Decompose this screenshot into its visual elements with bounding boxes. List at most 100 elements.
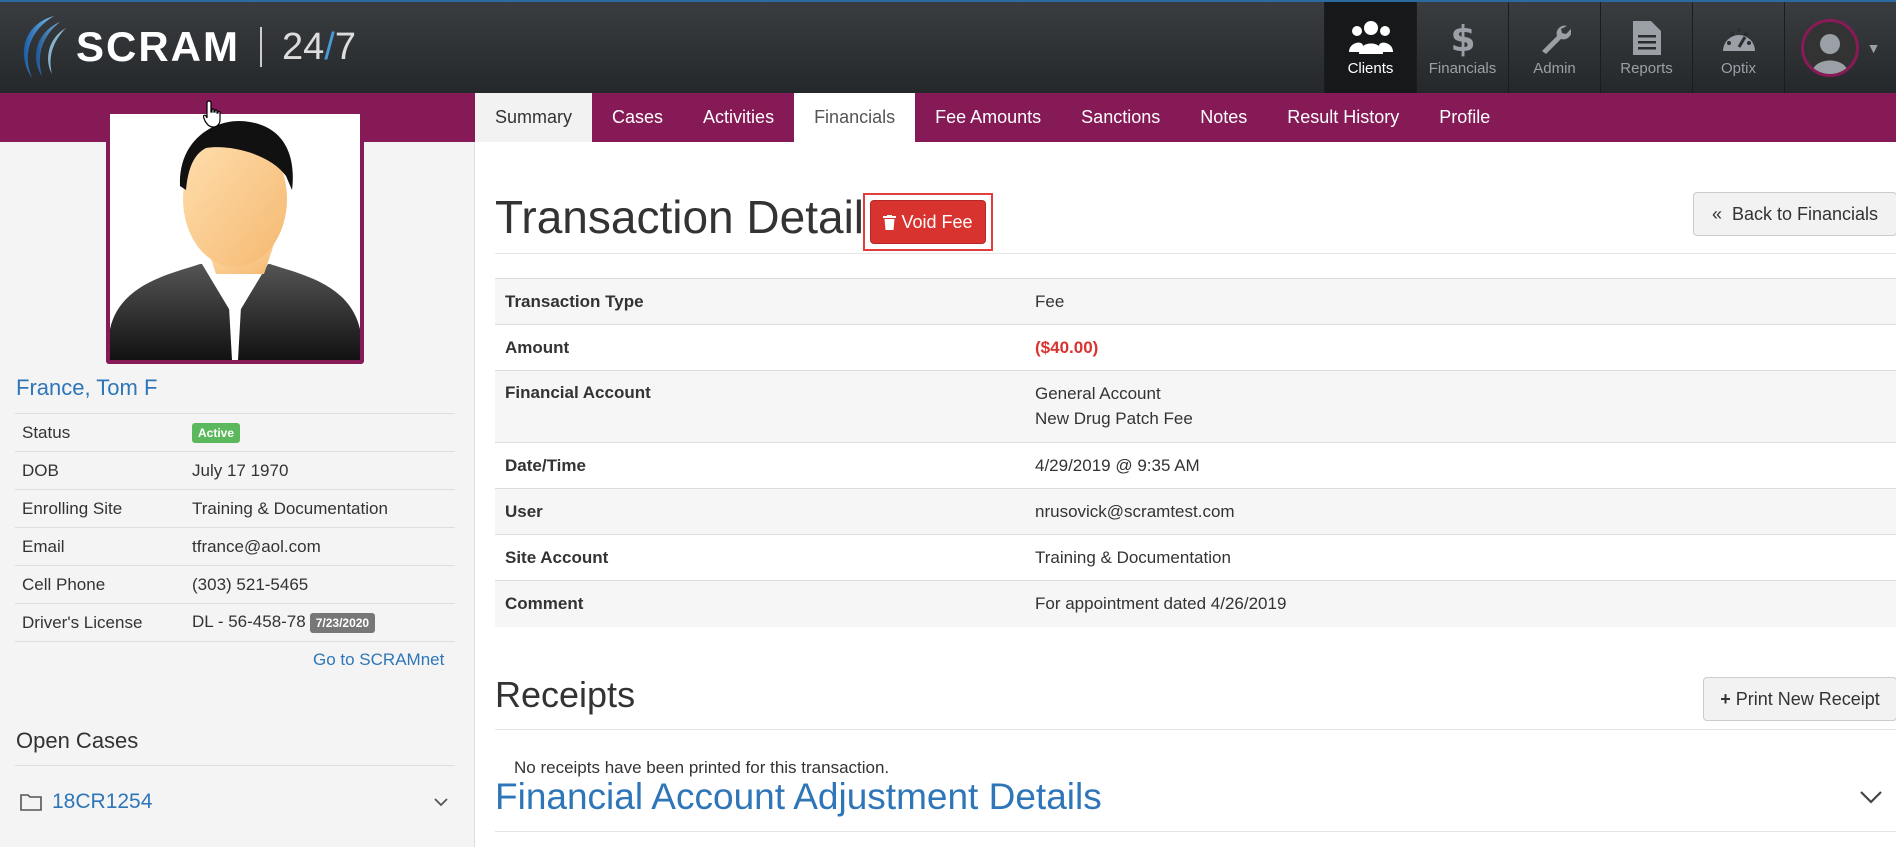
- info-row-email: Email tfrance@aol.com: [15, 527, 455, 566]
- nav-clients[interactable]: Clients: [1324, 2, 1416, 93]
- info-value: tfrance@aol.com: [185, 527, 455, 566]
- detail-value: For appointment dated 4/26/2019: [1025, 580, 1896, 627]
- divider: [15, 765, 455, 766]
- tab-notes[interactable]: Notes: [1180, 93, 1267, 142]
- tab-cases[interactable]: Cases: [592, 93, 683, 142]
- person-placeholder-image: [110, 120, 360, 360]
- license-number: DL - 56-458-78: [192, 612, 306, 631]
- detail-value: Training & Documentation: [1025, 534, 1896, 581]
- svg-text:$: $: [1451, 19, 1475, 57]
- table-row: User nrusovick@scramtest.com: [495, 488, 1896, 535]
- user-avatar: [1800, 18, 1859, 77]
- info-row-dob: DOB July 17 1970: [15, 451, 455, 490]
- nav-label: Admin: [1533, 59, 1576, 77]
- document-icon: [1632, 20, 1661, 55]
- go-to-scramnet-link[interactable]: Go to SCRAMnet: [313, 650, 444, 670]
- clients-icon: [1348, 20, 1393, 54]
- client-info-table: Status Active DOB July 17 1970 Enrolling…: [15, 413, 455, 642]
- void-fee-highlight: Void Fee: [863, 193, 993, 251]
- back-button-label: Back to Financials: [1731, 203, 1879, 224]
- scram-swirl-icon: [23, 16, 66, 78]
- brand-name: SCRAM: [76, 23, 240, 70]
- nav-label: Clients: [1347, 59, 1394, 77]
- nav-label: Financials: [1428, 59, 1497, 77]
- status-badge: Active: [192, 423, 241, 443]
- info-value: July 17 1970: [185, 451, 455, 490]
- detail-label: User: [495, 488, 1025, 535]
- nav-optix[interactable]: Optix: [1692, 2, 1784, 93]
- client-tabs: Summary Cases Activities Financials Fee …: [475, 93, 1510, 142]
- detail-value: nrusovick@scramtest.com: [1025, 488, 1896, 535]
- tab-activities[interactable]: Activities: [683, 93, 794, 142]
- detail-label: Financial Account: [495, 370, 1025, 443]
- info-value: (303) 521-5465: [185, 565, 455, 604]
- detail-value: General Account New Drug Patch Fee: [1025, 370, 1896, 443]
- logo-divider: [260, 27, 262, 67]
- nav-reports[interactable]: Reports: [1600, 2, 1692, 93]
- divider: [495, 831, 1896, 832]
- product-name: 24/7: [282, 25, 356, 68]
- tab-sanctions[interactable]: Sanctions: [1061, 93, 1180, 142]
- print-new-receipt-button[interactable]: + Print New Receipt: [1703, 677, 1896, 721]
- table-row: Transaction Type Fee: [495, 278, 1896, 325]
- table-row: Financial Account General Account New Dr…: [495, 370, 1896, 443]
- plus-icon: +: [1720, 688, 1731, 709]
- detail-value: Fee: [1025, 278, 1896, 325]
- amount-value: ($40.00): [1025, 324, 1896, 371]
- divider: [495, 729, 1896, 730]
- wrench-icon: [1541, 25, 1571, 54]
- nav-admin[interactable]: Admin: [1508, 2, 1600, 93]
- case-item[interactable]: 18CR1254: [16, 782, 456, 822]
- user-menu[interactable]: ▼: [1784, 2, 1896, 93]
- chevron-down-icon[interactable]: [1859, 790, 1883, 804]
- license-expiry-badge: 7/23/2020: [309, 613, 376, 633]
- info-row-enrolling-site: Enrolling Site Training & Documentation: [15, 489, 455, 528]
- account-fee-name: New Drug Patch Fee: [1035, 409, 1193, 428]
- empty-receipts-message: No receipts have been printed for this t…: [514, 758, 890, 777]
- detail-label: Date/Time: [495, 442, 1025, 489]
- info-label: Status: [15, 413, 185, 452]
- void-fee-label: Void Fee: [901, 211, 973, 232]
- info-label: Email: [15, 527, 185, 566]
- print-button-label: Print New Receipt: [1735, 688, 1880, 709]
- nav-financials[interactable]: $ Financials: [1416, 2, 1508, 93]
- tab-financials[interactable]: Financials: [794, 93, 916, 142]
- dollar-icon: $: [1451, 19, 1475, 57]
- case-number: 18CR1254: [52, 790, 153, 813]
- info-value: DL - 56-458-78 7/23/2020: [185, 603, 455, 642]
- info-row-drivers-license: Driver's License DL - 56-458-78 7/23/2020: [15, 603, 455, 642]
- tab-profile[interactable]: Profile: [1419, 93, 1510, 142]
- table-row: Site Account Training & Documentation: [495, 534, 1896, 581]
- adjustment-details-toggle[interactable]: Financial Account Adjustment Details: [495, 776, 1102, 818]
- void-fee-button[interactable]: Void Fee: [870, 200, 986, 244]
- account-name: General Account: [1035, 384, 1161, 403]
- nav-label: Reports: [1620, 59, 1673, 77]
- main-content: Transaction Detail « Back to Financials …: [475, 142, 1896, 847]
- detail-label: Transaction Type: [495, 278, 1025, 325]
- tab-result-history[interactable]: Result History: [1267, 93, 1419, 142]
- detail-value: 4/29/2019 @ 9:35 AM: [1025, 442, 1896, 489]
- table-row: Amount ($40.00): [495, 324, 1896, 371]
- top-navbar: SCRAM 24/7 Clients $ Financials Admin Re…: [0, 0, 1896, 93]
- open-cases-heading: Open Cases: [16, 728, 139, 753]
- back-to-financials-button[interactable]: « Back to Financials: [1693, 192, 1896, 236]
- info-label: Driver's License: [15, 603, 185, 642]
- detail-label: Site Account: [495, 534, 1025, 581]
- receipts-heading: Receipts: [495, 674, 636, 715]
- double-chevron-left-icon: «: [1711, 203, 1722, 224]
- chevron-down-icon: ▼: [1866, 39, 1881, 56]
- info-row-cell-phone: Cell Phone (303) 521-5465: [15, 565, 455, 604]
- transaction-detail-table: Transaction Type Fee Amount ($40.00) Fin…: [495, 278, 1896, 627]
- info-label: Cell Phone: [15, 565, 185, 604]
- page-title: Transaction Detail: [495, 191, 865, 243]
- divider: [495, 253, 1896, 254]
- main-nav: Clients $ Financials Admin Reports Optix…: [1324, 2, 1896, 93]
- client-photo: [106, 110, 364, 364]
- client-name-link[interactable]: France, Tom F: [16, 375, 157, 401]
- tab-fee-amounts[interactable]: Fee Amounts: [915, 93, 1061, 142]
- folder-icon: [20, 794, 42, 811]
- tab-summary[interactable]: Summary: [475, 93, 593, 142]
- scram-logo[interactable]: SCRAM 24/7: [14, 12, 356, 82]
- dashboard-gauge-icon: [1722, 27, 1755, 51]
- nav-label: Optix: [1720, 59, 1756, 77]
